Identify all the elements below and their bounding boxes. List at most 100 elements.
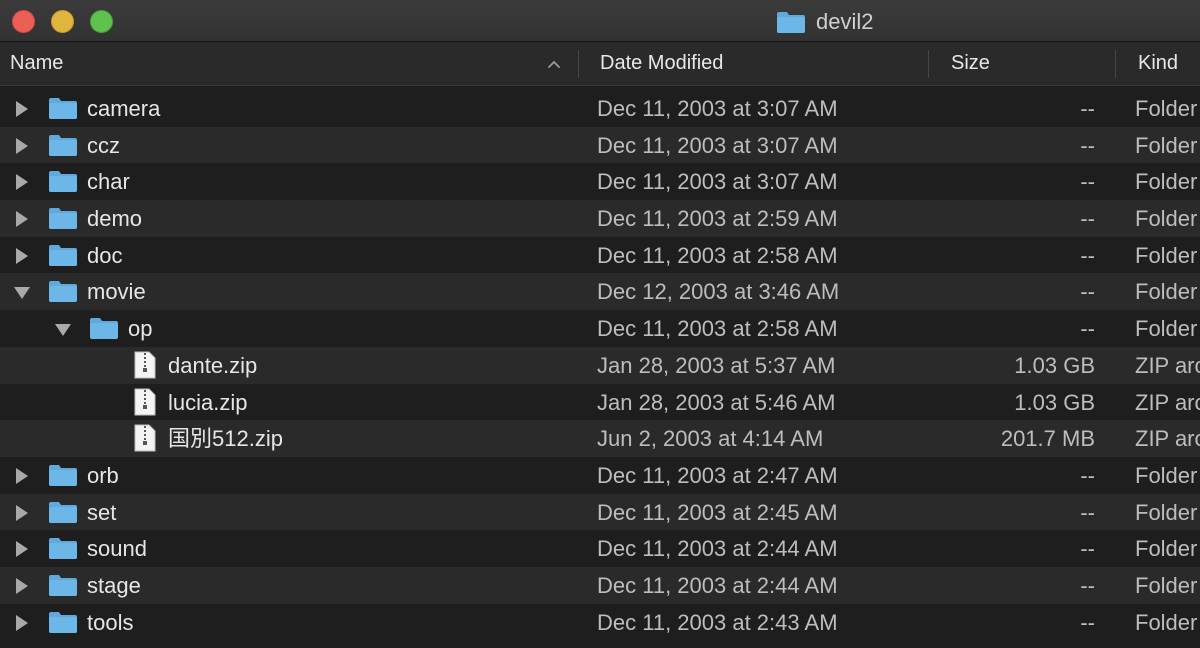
- list-item[interactable]: lucia.zip Jan 28, 2003 at 5:46 AM 1.03 GB Z…: [0, 383, 1200, 421]
- column-name-header[interactable]: Name: [10, 42, 63, 85]
- file-kind: Folder: [1135, 169, 1198, 195]
- file-name: lucia.zip: [168, 389, 248, 415]
- chevron-up-icon[interactable]: [546, 56, 562, 72]
- file-name: stage: [87, 572, 141, 598]
- list-item[interactable]: sound Dec 11, 2003 at 2:44 AM -- Folder: [0, 530, 1200, 567]
- file-kind: Folder: [1135, 462, 1198, 488]
- column-header: Name Date Modified Size Kind: [0, 42, 1200, 86]
- file-size: --: [1080, 536, 1095, 562]
- date-modified: Dec 11, 2003 at 3:07 AM: [597, 169, 838, 195]
- disclosure-triangle-right-icon[interactable]: [13, 504, 31, 522]
- file-kind: ZIP arc: [1135, 426, 1200, 452]
- file-size: 1.03 GB: [1014, 389, 1095, 415]
- disclosure-triangle-right-icon[interactable]: [13, 137, 31, 155]
- folder-icon: [49, 538, 77, 560]
- window-title-text: devil2: [816, 9, 874, 34]
- folder-icon: [49, 134, 77, 156]
- file-size: --: [1080, 132, 1095, 158]
- disclosure-triangle-right-icon[interactable]: [13, 247, 31, 265]
- list-item[interactable]: dante.zip Jan 28, 2003 at 5:37 AM 1.03 GB Z…: [0, 346, 1200, 384]
- column-kind-header[interactable]: Kind: [1138, 42, 1178, 85]
- file-name: camera: [87, 96, 161, 121]
- list-item[interactable]: doc Dec 11, 2003 at 2:58 AM -- Folder: [0, 236, 1200, 274]
- list-item[interactable]: movie Dec 12, 2003 at 3:46 AM -- Folder: [0, 273, 1200, 311]
- folder-icon: [49, 98, 77, 119]
- file-kind: Folder: [1135, 242, 1198, 268]
- date-modified: Jan 28, 2003 at 5:46 AM: [597, 389, 836, 415]
- file-kind: ZIP arc: [1135, 389, 1200, 415]
- disclosure-triangle-right-icon[interactable]: [13, 100, 31, 118]
- date-modified: Dec 11, 2003 at 2:58 AM: [597, 316, 838, 342]
- column-divider[interactable]: [1115, 50, 1116, 78]
- file-name: char: [87, 169, 130, 195]
- zip-file-icon: [134, 424, 156, 452]
- disclosure-triangle-right-icon[interactable]: [13, 577, 31, 595]
- zip-file-icon: [134, 388, 156, 415]
- zip-file-icon: [134, 351, 156, 379]
- list-item[interactable]: demo Dec 11, 2003 at 2:59 AM -- Folder: [0, 200, 1200, 237]
- date-modified: Dec 11, 2003 at 3:07 AM: [597, 96, 838, 121]
- folder-icon: [49, 501, 77, 523]
- folder-icon: [49, 281, 77, 303]
- file-kind: Folder: [1135, 536, 1198, 562]
- file-name: doc: [87, 242, 123, 268]
- date-modified: Dec 11, 2003 at 2:47 AM: [597, 462, 838, 488]
- file-size: --: [1080, 316, 1095, 342]
- file-kind: Folder: [1135, 609, 1198, 635]
- file-size: --: [1080, 609, 1095, 635]
- date-modified: Dec 11, 2003 at 3:07 AM: [597, 132, 838, 158]
- folder-icon: [49, 611, 77, 633]
- disclosure-triangle-down-icon[interactable]: [13, 283, 31, 301]
- file-size: --: [1080, 462, 1095, 488]
- file-size: --: [1080, 572, 1095, 598]
- finder-window: devil2 Name Date Modified Size Kind came…: [0, 0, 1200, 648]
- column-divider[interactable]: [578, 50, 579, 78]
- file-name: tools: [87, 609, 134, 635]
- list-item[interactable]: orb Dec 11, 2003 at 2:47 AM -- Folder: [0, 456, 1200, 494]
- file-kind: Folder: [1135, 499, 1198, 525]
- file-size: --: [1080, 279, 1095, 305]
- minimize-button[interactable]: [51, 10, 74, 33]
- list-item[interactable]: 国別512.zip Jun 2, 2003 at 4:14 AM 201.7 MB Z…: [0, 420, 1200, 457]
- file-size: 201.7 MB: [1000, 426, 1095, 452]
- disclosure-triangle-right-icon[interactable]: [13, 173, 31, 191]
- window-title: devil2: [776, 8, 873, 36]
- file-size: 1.03 GB: [1014, 352, 1095, 378]
- list-item[interactable]: camera Dec 11, 2003 at 3:07 AM -- Folder: [0, 90, 1200, 127]
- list-item[interactable]: tools Dec 11, 2003 at 2:43 AM -- Folder: [0, 603, 1200, 641]
- file-name: sound: [87, 536, 147, 562]
- list-item[interactable]: op Dec 11, 2003 at 2:58 AM -- Folder: [0, 310, 1200, 347]
- title-bar[interactable]: devil2: [0, 0, 1200, 42]
- list-item[interactable]: char Dec 11, 2003 at 3:07 AM -- Folder: [0, 163, 1200, 201]
- disclosure-triangle-right-icon[interactable]: [13, 210, 31, 228]
- folder-icon: [49, 464, 77, 486]
- file-size: --: [1080, 206, 1095, 232]
- disclosure-triangle-right-icon[interactable]: [13, 614, 31, 632]
- date-modified: Dec 11, 2003 at 2:43 AM: [597, 609, 838, 635]
- disclosure-triangle-down-icon[interactable]: [54, 320, 72, 338]
- file-kind: Folder: [1135, 316, 1198, 342]
- list-item[interactable]: set Dec 11, 2003 at 2:45 AM -- Folder: [0, 493, 1200, 531]
- column-date-header[interactable]: Date Modified: [600, 42, 723, 85]
- file-kind: Folder: [1135, 96, 1198, 121]
- date-modified: Dec 11, 2003 at 2:44 AM: [597, 572, 838, 598]
- list-item[interactable]: stage Dec 11, 2003 at 2:44 AM -- Folder: [0, 566, 1200, 604]
- file-kind: ZIP arc: [1135, 352, 1200, 378]
- disclosure-triangle-right-icon[interactable]: [13, 467, 31, 485]
- file-name: set: [87, 499, 117, 525]
- file-size: --: [1080, 499, 1095, 525]
- column-size-header[interactable]: Size: [951, 42, 990, 85]
- file-name: orb: [87, 462, 119, 488]
- folder-icon: [49, 208, 77, 230]
- list-item[interactable]: ccz Dec 11, 2003 at 3:07 AM -- Folder: [0, 126, 1200, 164]
- date-modified: Dec 12, 2003 at 3:46 AM: [597, 279, 840, 305]
- file-size: --: [1080, 169, 1095, 195]
- folder-icon: [49, 574, 77, 596]
- column-divider[interactable]: [928, 50, 929, 78]
- file-kind: Folder: [1135, 206, 1198, 232]
- disclosure-triangle-right-icon[interactable]: [13, 540, 31, 558]
- zoom-button[interactable]: [90, 10, 113, 33]
- date-modified: Dec 11, 2003 at 2:58 AM: [597, 242, 838, 268]
- file-size: --: [1080, 96, 1095, 121]
- close-button[interactable]: [12, 10, 35, 33]
